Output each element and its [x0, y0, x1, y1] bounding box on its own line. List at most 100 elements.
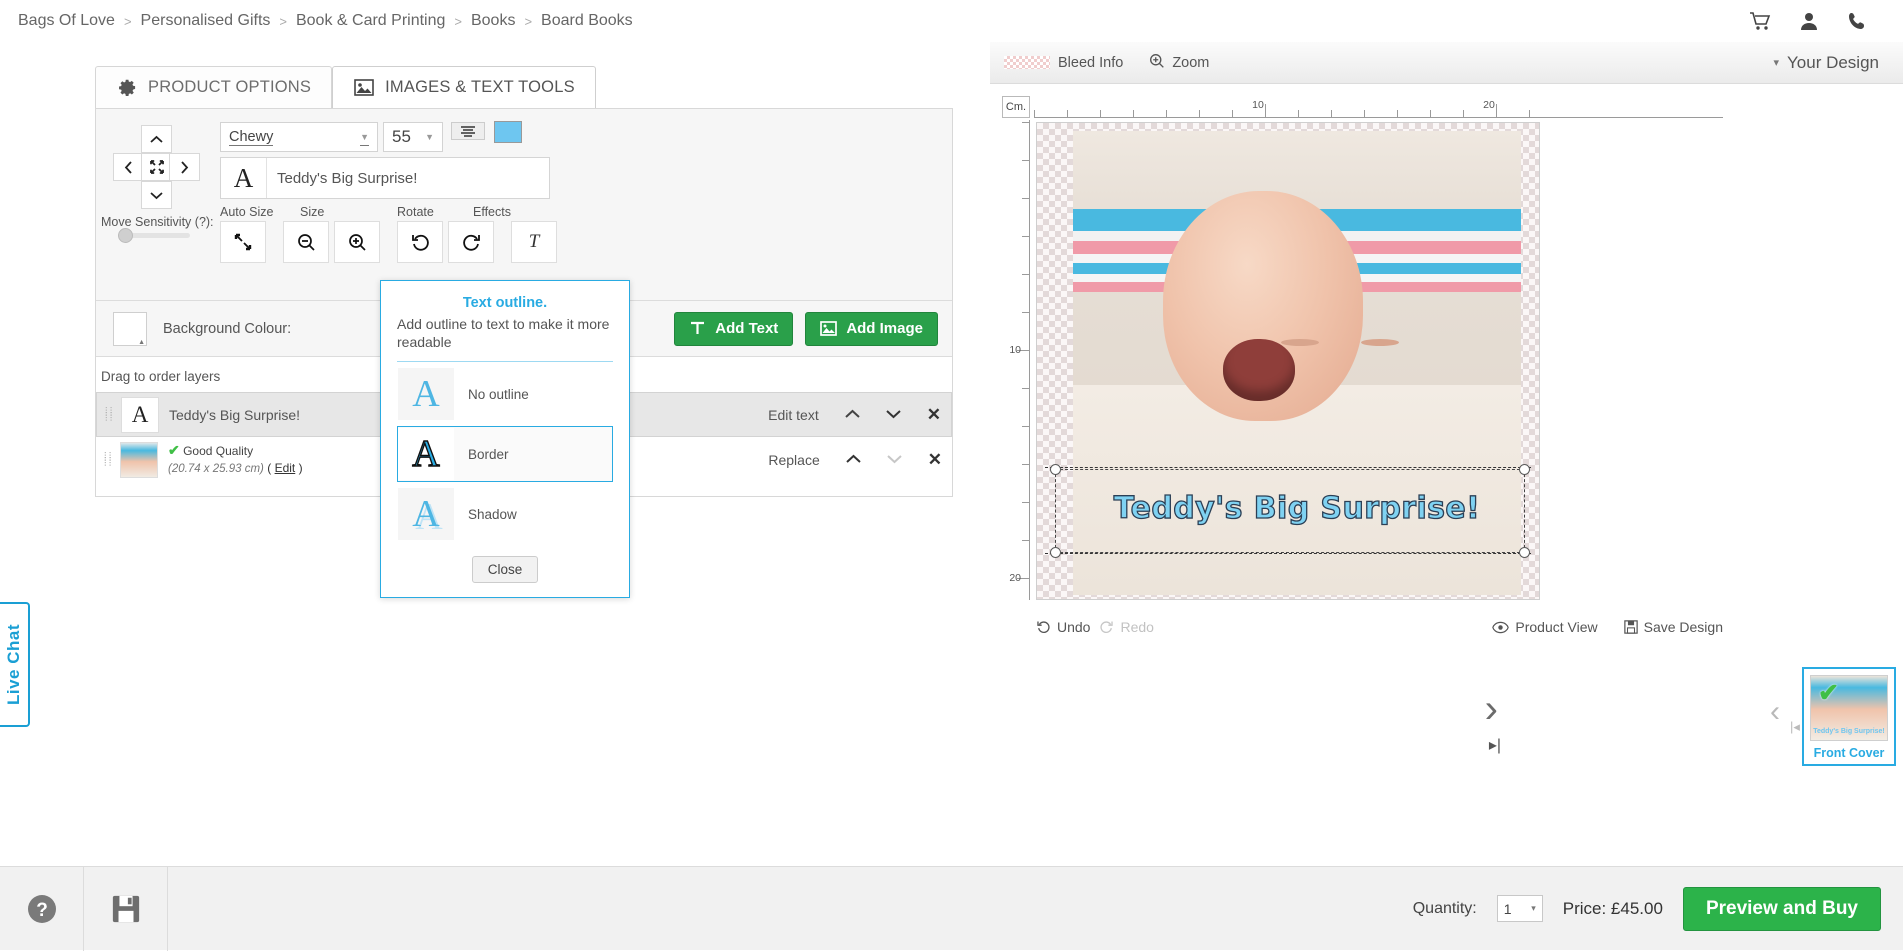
- resize-handle[interactable]: [1519, 547, 1530, 558]
- live-chat-tab[interactable]: Live Chat: [0, 602, 30, 727]
- text-colour-swatch[interactable]: [494, 121, 522, 143]
- text-content-field[interactable]: A: [220, 157, 550, 199]
- drag-handle-icon[interactable]: ⦙⦙ ⦙⦙: [105, 406, 121, 423]
- zoom-out-icon[interactable]: [283, 221, 329, 263]
- move-right-button[interactable]: [169, 153, 200, 181]
- add-text-label: Add Text: [715, 320, 779, 337]
- breadcrumb-item-1[interactable]: Personalised Gifts: [141, 12, 271, 30]
- delete-layer-icon[interactable]: ✕: [928, 450, 942, 470]
- breadcrumb-separator: >: [123, 13, 132, 29]
- thumbnail-label: Inside Left: [1898, 746, 1903, 760]
- help-button[interactable]: ?: [0, 866, 84, 951]
- zoom-label: Zoom: [1172, 54, 1210, 71]
- thumbnails-jump-start-button[interactable]: |◂: [1790, 719, 1800, 735]
- background-colour-swatch[interactable]: [113, 311, 147, 346]
- product-view-button[interactable]: Product View: [1492, 619, 1598, 635]
- thumbnails-jump-end-button[interactable]: ▸|: [1489, 735, 1501, 755]
- breadcrumb-item-4[interactable]: Board Books: [541, 12, 633, 30]
- add-image-button[interactable]: Add Image: [805, 311, 938, 346]
- align-center-icon[interactable]: [451, 122, 485, 140]
- slider-handle[interactable]: [118, 228, 133, 243]
- thumbnails-next-button[interactable]: ›: [1485, 687, 1498, 732]
- bottom-left-actions: ?: [0, 866, 168, 951]
- rotate-left-icon[interactable]: [397, 221, 443, 263]
- delete-layer-icon[interactable]: ✕: [927, 405, 941, 425]
- design-canvas[interactable]: Teddy's Big Surprise!: [1036, 122, 1540, 600]
- edit-image-link[interactable]: ( Edit ): [267, 461, 302, 475]
- outline-option-no-outline[interactable]: A No outline: [397, 366, 613, 422]
- move-layer-up-icon[interactable]: [845, 406, 860, 424]
- move-sensitivity-label: Move Sensitivity (?):: [101, 215, 214, 229]
- ruler-unit-label: Cm.: [1002, 96, 1030, 118]
- resize-handle[interactable]: [1519, 464, 1530, 475]
- breadcrumb-item-0[interactable]: Bags Of Love: [18, 12, 115, 30]
- resize-handle[interactable]: [1050, 547, 1061, 558]
- rotate-right-icon[interactable]: [448, 221, 494, 263]
- move-left-button[interactable]: [113, 153, 144, 181]
- move-layer-up-icon[interactable]: [846, 451, 861, 469]
- dialog-footer: Close: [397, 556, 613, 584]
- move-layer-down-icon: [887, 451, 902, 469]
- redo-label: Redo: [1120, 619, 1154, 635]
- redo-button: Redo: [1099, 619, 1154, 635]
- zoom-in-icon[interactable]: [334, 221, 380, 263]
- move-up-button[interactable]: [141, 125, 172, 153]
- bleed-info-toggle[interactable]: Bleed Info: [1004, 55, 1123, 71]
- resize-handle[interactable]: [1050, 464, 1061, 475]
- drag-handle-icon[interactable]: ⦙⦙ ⦙⦙: [104, 451, 120, 468]
- move-down-button[interactable]: [141, 181, 172, 209]
- ruler-v-label-10: 10: [1009, 344, 1021, 356]
- phone-icon[interactable]: [1847, 11, 1867, 31]
- thumbnail-front-cover[interactable]: ✔ Teddy's Big Surprise! Front Cover: [1802, 667, 1896, 766]
- cart-icon[interactable]: [1749, 11, 1771, 31]
- save-button[interactable]: [84, 866, 168, 951]
- outline-option-shadow[interactable]: A Shadow: [397, 486, 613, 542]
- selection-box[interactable]: [1050, 464, 1530, 558]
- tab-label: IMAGES & TEXT TOOLS: [385, 78, 575, 96]
- bleed-pattern-icon: [1004, 56, 1050, 69]
- thumbnails-prev-button[interactable]: ‹: [1770, 695, 1780, 729]
- account-icon[interactable]: [1799, 11, 1819, 31]
- breadcrumb-separator: >: [524, 13, 533, 29]
- layer-actions: Replace ✕: [768, 450, 942, 470]
- gear-icon: [116, 78, 138, 98]
- tab-images-text-tools[interactable]: IMAGES & TEXT TOOLS: [332, 66, 596, 108]
- breadcrumb-item-3[interactable]: Books: [471, 12, 515, 30]
- text-effects-icon[interactable]: T: [511, 221, 557, 263]
- edit-text-link[interactable]: Edit text: [768, 407, 819, 423]
- layer-actions: Edit text ✕: [768, 405, 941, 425]
- chevron-down-icon: ▾: [1531, 903, 1536, 913]
- tab-product-options[interactable]: PRODUCT OPTIONS: [95, 66, 333, 108]
- thumbnail-inside-left[interactable]: Inside Left: [1896, 667, 1903, 766]
- move-layer-down-icon[interactable]: [886, 406, 901, 424]
- font-size-select[interactable]: 55 ▼: [383, 122, 443, 152]
- close-button[interactable]: Close: [471, 556, 539, 584]
- your-design-menu[interactable]: ▾ Your Design: [1773, 53, 1903, 73]
- quantity-select[interactable]: 1 ▾: [1496, 895, 1543, 922]
- baby-mouth: [1223, 339, 1295, 401]
- replace-image-link[interactable]: Replace: [768, 452, 819, 468]
- option-label: No outline: [468, 386, 529, 402]
- save-design-button[interactable]: Save Design: [1623, 619, 1723, 635]
- auto-size-icon[interactable]: [220, 221, 266, 263]
- text-input[interactable]: [267, 158, 549, 198]
- outline-option-border[interactable]: A Border: [397, 426, 613, 483]
- add-text-button[interactable]: Add Text: [674, 311, 794, 346]
- zoom-control[interactable]: Zoom: [1149, 53, 1209, 73]
- thumbnail-caption: Teddy's Big Surprise!: [1813, 728, 1885, 735]
- bleed-guide-top: [1045, 467, 1531, 468]
- breadcrumb: Bags Of Love > Personalised Gifts > Book…: [18, 12, 633, 30]
- undo-button[interactable]: Undo: [1036, 619, 1090, 635]
- move-icon[interactable]: [141, 153, 172, 181]
- editor-panel: PRODUCT OPTIONS IMAGES & TEXT TOOLS Move…: [0, 42, 990, 866]
- horizontal-ruler: 10 20: [1034, 96, 1723, 118]
- font-family-select[interactable]: Chewy ▼: [220, 122, 378, 152]
- add-buttons: Add Text Add Image: [674, 311, 952, 346]
- breadcrumb-item-2[interactable]: Book & Card Printing: [296, 12, 445, 30]
- background-colour-label: Background Colour:: [163, 320, 292, 337]
- move-sensitivity-slider[interactable]: [118, 228, 190, 243]
- breadcrumb-separator: >: [279, 13, 287, 29]
- preview-and-buy-button[interactable]: Preview and Buy: [1682, 886, 1881, 931]
- thumbnail-preview: ✔ Teddy's Big Surprise!: [1810, 675, 1888, 741]
- header-icons: [1749, 11, 1885, 31]
